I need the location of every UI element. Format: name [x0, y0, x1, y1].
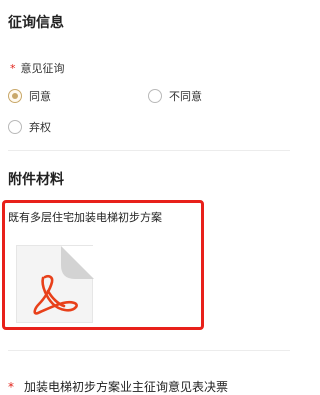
radio-agree[interactable]: 同意 [8, 88, 51, 104]
radio-agree-circle[interactable] [8, 89, 22, 103]
attachment-file-thumbnail[interactable] [16, 245, 94, 323]
radio-abstain-label: 弃权 [29, 121, 51, 134]
required-mark: * [10, 61, 16, 75]
radio-abstain[interactable]: 弃权 [8, 119, 51, 135]
opinion-field-label: * 意见征询 [10, 60, 65, 76]
divider [8, 150, 290, 151]
radio-disagree-label: 不同意 [169, 90, 202, 103]
radio-disagree-circle[interactable] [148, 89, 162, 103]
attachments-title: 附件材料 [8, 172, 64, 188]
radio-agree-label: 同意 [29, 90, 51, 103]
ballot-required-mark: * [8, 379, 14, 394]
ballot-field-label: * 加装电梯初步方案业主征询意见表决票 [8, 378, 228, 395]
pdf-icon [33, 246, 94, 315]
radio-disagree[interactable]: 不同意 [148, 88, 202, 104]
ballot-label: 加装电梯初步方案业主征询意见表决票 [24, 380, 229, 394]
opinion-label: 意见征询 [20, 62, 65, 75]
divider-bottom [8, 350, 290, 351]
attachment-name[interactable]: 既有多层住宅加装电梯初步方案 [8, 209, 162, 225]
consult-info-title: 征询信息 [8, 15, 64, 31]
radio-abstain-circle[interactable] [8, 120, 22, 134]
